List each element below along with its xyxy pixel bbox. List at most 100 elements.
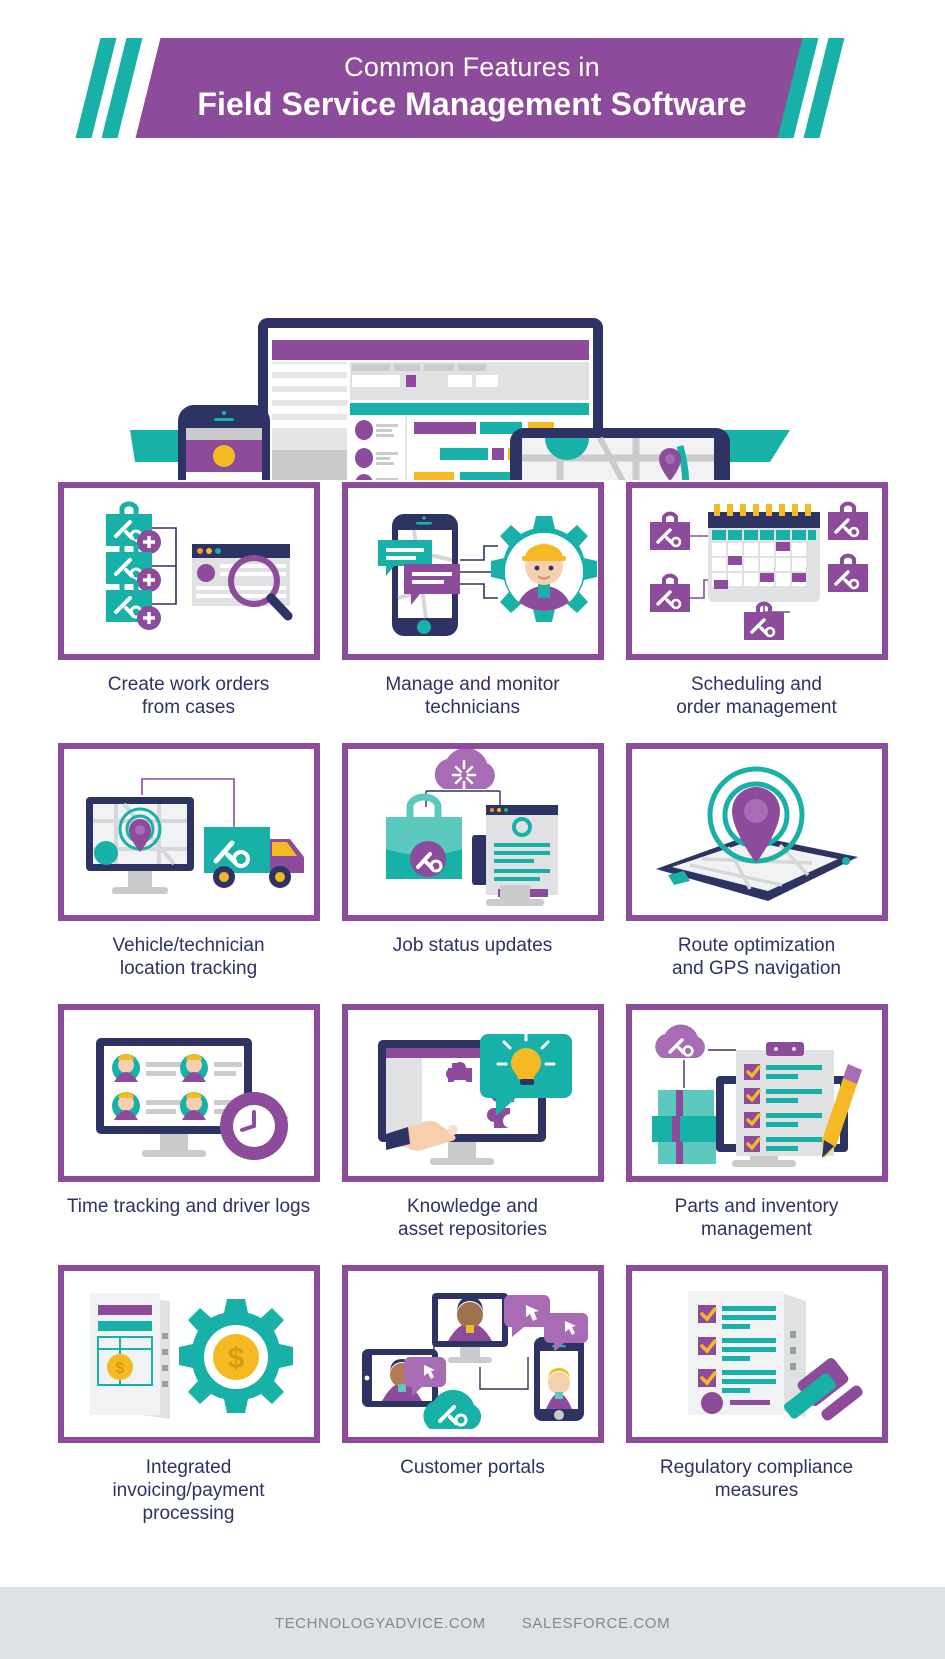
toolbar-chip-shape — [352, 364, 390, 371]
row-line — [765, 1113, 822, 1118]
feature-card[interactable] — [341, 743, 604, 921]
box — [657, 1142, 716, 1164]
feature-caption: Regulatory compliance measures — [659, 1457, 854, 1502]
toolbox-handle — [406, 793, 441, 817]
toolbox — [649, 573, 690, 612]
helmet-brim — [521, 556, 566, 561]
row-line — [765, 1098, 798, 1103]
monitor-foot — [447, 1357, 492, 1363]
browser-dot — [196, 548, 203, 554]
feature-card[interactable]: $ $ — [57, 1265, 320, 1443]
tablet-button-icon — [364, 1375, 369, 1381]
phone-speaker-shape — [214, 418, 234, 421]
gantt-bar-shape — [492, 448, 504, 460]
toolbox-body — [649, 522, 690, 550]
feature-card[interactable] — [625, 1265, 888, 1443]
row-line — [213, 1071, 236, 1076]
feature-cell-vehicle-technician-location-tracking: Vehicle/technician location tracking — [57, 743, 320, 982]
feature-card[interactable] — [625, 482, 888, 660]
checklist-gavel-icon — [687, 1291, 863, 1421]
cloud-group — [654, 1024, 705, 1058]
avatar-face — [456, 1302, 483, 1328]
row-text-shape — [376, 478, 398, 481]
phone-avatar-shape — [213, 445, 235, 467]
toolbox-handle — [661, 573, 678, 584]
row-line — [765, 1065, 822, 1070]
row-line — [721, 1324, 750, 1329]
feature-cell-job-status-updates: Job status updates — [341, 743, 604, 982]
hero-svg — [130, 318, 790, 583]
feature-card[interactable] — [57, 1004, 320, 1182]
window-dot — [503, 808, 508, 812]
dashboard-band-shape — [350, 403, 589, 415]
toolbox-body — [649, 584, 690, 612]
feature-card[interactable] — [625, 1004, 888, 1182]
header: Common Features in Field Service Managem… — [0, 0, 945, 150]
row-line — [145, 1109, 176, 1114]
toolbar-chip-shape — [394, 364, 420, 371]
row-line — [721, 1306, 776, 1311]
bubble-line — [385, 556, 416, 560]
row-avatar-shape — [355, 448, 373, 468]
feature-caption: Customer portals — [400, 1457, 545, 1478]
map-pin-dot — [665, 454, 675, 464]
cloud-boxes-clipboard-pencil-icon — [651, 1024, 862, 1167]
feature-cell-knowledge-asset-repositories: Knowledge and asset repositories — [341, 1004, 604, 1243]
customer-avatars-devices-cloud-icon — [361, 1293, 588, 1429]
feature-cell-time-tracking-driver-logs: Time tracking and driver logs — [57, 1004, 320, 1243]
tablet-avatar-group — [361, 1349, 446, 1407]
feature-card[interactable] — [341, 1004, 604, 1182]
feature-card[interactable] — [57, 482, 320, 660]
phone-camera-shape — [222, 411, 226, 415]
map-pin-dot — [134, 825, 145, 835]
cloud-group — [434, 749, 495, 791]
gantt-bar-shape — [440, 448, 488, 460]
row-line — [765, 1137, 822, 1142]
feature-cell-integrated-invoicing-payment: $ $ Integrated invoicing/payment process… — [57, 1265, 320, 1526]
toolbar-accent-shape — [406, 375, 416, 387]
toolbar-field-shape — [476, 375, 498, 387]
box-strap — [675, 1142, 683, 1164]
toolbox-handle — [661, 511, 678, 522]
feature-caption: Vehicle/technician location tracking — [112, 935, 265, 980]
map-zone — [93, 841, 118, 865]
feature-card[interactable] — [341, 1265, 604, 1443]
row-text-shape — [376, 452, 398, 455]
browser-dot — [205, 548, 212, 554]
truck-group — [203, 827, 304, 888]
monitor-group — [85, 797, 194, 894]
footer-link-salesforce[interactable]: SALESFORCE.COM — [522, 1615, 670, 1632]
feature-caption: Create work orders from cases — [107, 674, 270, 719]
row-text-shape — [376, 434, 394, 437]
toolbox-body — [743, 612, 784, 640]
phone-chat-technician-gear-icon — [377, 514, 597, 636]
calendar-group — [707, 504, 820, 602]
footer-link-technologyadvice[interactable]: TECHNOLOGYADVICE.COM — [275, 1615, 486, 1632]
toolbar-chip-shape — [424, 364, 454, 371]
page-title: Field Service Management Software — [197, 86, 747, 123]
avatar-collar — [465, 1325, 474, 1333]
clipboard-clip — [765, 1042, 804, 1056]
feature-card[interactable] — [57, 743, 320, 921]
infographic-page: Common Features in Field Service Managem… — [0, 0, 945, 1659]
invoice-title-bar — [97, 1305, 152, 1315]
feature-caption: Time tracking and driver logs — [66, 1196, 311, 1217]
tablet-button-icon — [841, 857, 850, 865]
window-dot — [496, 808, 501, 812]
document-group — [687, 1291, 806, 1417]
dollar-glyph: $ — [115, 1360, 124, 1377]
row-line — [765, 1146, 798, 1151]
feature-cell-scheduling-order-management: Scheduling and order management — [625, 482, 888, 721]
window-dot — [489, 808, 494, 812]
feature-cell-customer-portals: Customer portals — [341, 1265, 604, 1526]
dollar-glyph: $ — [227, 1342, 244, 1375]
seal-shape — [700, 1392, 723, 1414]
dashboard-topbar-shape — [272, 340, 589, 360]
feature-card[interactable] — [625, 743, 888, 921]
title-block: Common Features in Field Service Managem… — [148, 38, 796, 138]
feature-card[interactable] — [341, 482, 604, 660]
monitor-group — [377, 1030, 572, 1165]
toolbox-handle — [119, 539, 138, 552]
browser-dot — [214, 548, 221, 554]
row-line — [721, 1356, 750, 1361]
